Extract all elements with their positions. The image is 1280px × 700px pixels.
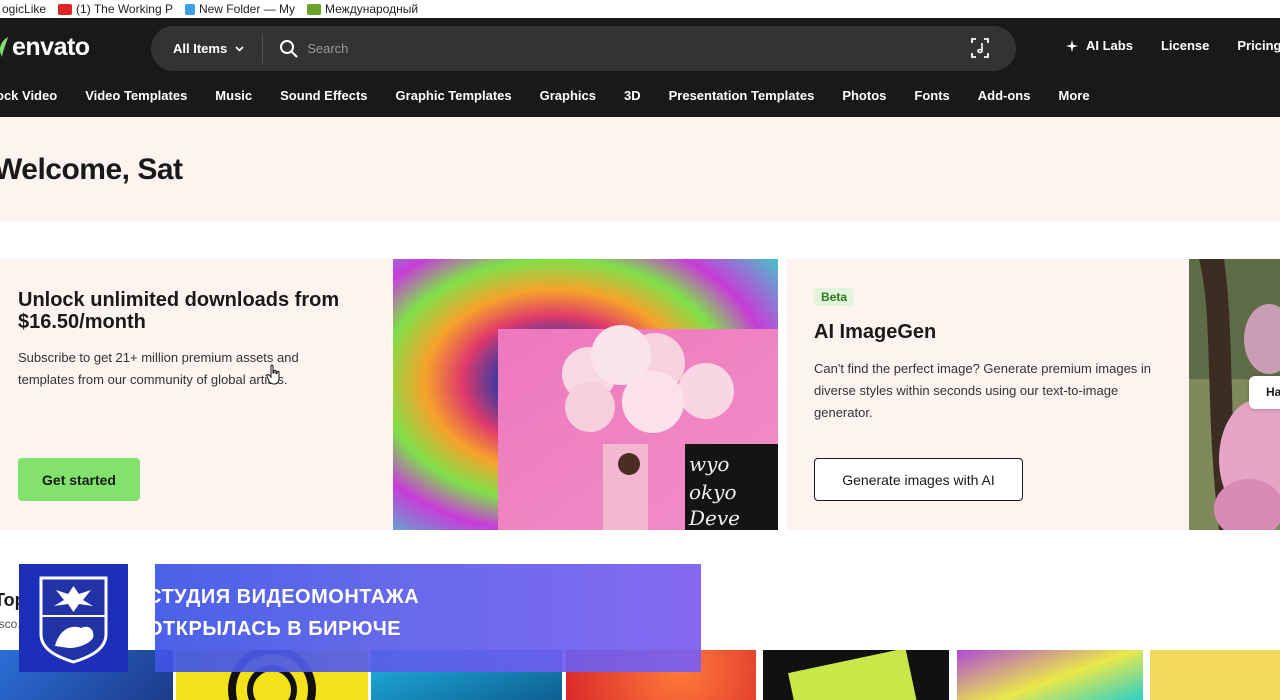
thumbnail-5-art — [788, 650, 918, 700]
folder-icon — [184, 3, 195, 15]
nav-add-ons[interactable]: Add-ons — [978, 88, 1031, 103]
ai-sample-pill[interactable]: Ha — [1249, 376, 1280, 409]
logo-text: envato — [12, 32, 90, 61]
bookmark-label: Международный — [325, 2, 419, 16]
pricing-link[interactable]: Pricing — [1237, 38, 1280, 53]
envato-leaf-icon — [0, 37, 8, 57]
search-scope-dropdown[interactable]: All Items — [151, 34, 264, 63]
envato-logo[interactable]: envato — [0, 30, 90, 64]
search-input[interactable] — [307, 41, 908, 56]
search-scope-label: All Items — [173, 41, 228, 56]
news-lower-third: СТУДИЯ ВИДЕОМОНТАЖА ОТКРЫЛАСЬ В БИРЮЧЕ — [19, 564, 701, 672]
nav-graphic-templates[interactable]: Graphic Templates — [396, 88, 512, 103]
site-header: envato All Items AI Labs License Pricing… — [0, 18, 1280, 117]
ai-imagegen-promo-card: Beta AI ImageGen Can't find the perfect … — [786, 259, 1189, 530]
get-started-button[interactable]: Get started — [18, 458, 140, 501]
subscribe-promo-desc: Subscribe to get 21+ million premium ass… — [18, 350, 299, 387]
bookmark-label: (1) The Working P — [76, 2, 173, 16]
nav-fonts[interactable]: Fonts — [914, 88, 949, 103]
category-nav: ock Video Video Templates Music Sound Ef… — [0, 88, 1090, 103]
search-bar: All Items — [151, 26, 1016, 71]
bookmark-youtube[interactable]: (1) The Working P — [58, 2, 173, 16]
hand-cursor-icon — [266, 364, 280, 385]
overlay-headline-line1: СТУДИЯ ВИДЕОМОНТАЖА — [147, 586, 420, 608]
nav-presentation-templates[interactable]: Presentation Templates — [669, 88, 815, 103]
bookmark-label: New Folder — My — [198, 2, 295, 16]
nav-music[interactable]: Music — [215, 88, 252, 103]
nav-stock-video[interactable]: ock Video — [0, 88, 57, 103]
balloons-artwork: wyo okyo Deve — [393, 259, 778, 530]
generate-images-button[interactable]: Generate images with AI — [814, 458, 1023, 501]
bookmark-logiclike[interactable]: ogicLike — [0, 2, 46, 16]
sparkle-icon — [1066, 39, 1078, 52]
subscribe-promo-card: Unlock unlimited downloads from $16.50/m… — [0, 259, 393, 530]
thumbnail-7[interactable] — [1150, 650, 1280, 700]
svg-text:wyo: wyo — [689, 452, 729, 476]
chevron-down-icon — [235, 45, 244, 52]
nav-graphics[interactable]: Graphics — [540, 88, 596, 103]
nav-3d[interactable]: 3D — [624, 88, 641, 103]
svg-text:okyo: okyo — [689, 480, 737, 504]
coat-of-arms-box — [19, 564, 128, 672]
subscribe-promo-title: Unlock unlimited downloads from $16.50/m… — [18, 289, 340, 333]
header-actions: AI Labs License Pricing — [1066, 38, 1280, 53]
overlay-headline-line2: ОТКРЫЛАСЬ В БИРЮЧЕ — [147, 618, 402, 640]
bookmark-news[interactable]: Международный — [307, 2, 418, 16]
beta-badge: Beta — [814, 288, 855, 306]
ai-imagegen-desc: Can't find the perfect image? Generate p… — [814, 361, 1152, 420]
welcome-banner: Welcome, Sat — [0, 117, 1280, 222]
nav-more[interactable]: More — [1058, 88, 1089, 103]
thumbnail-5[interactable] — [763, 650, 949, 700]
welcome-title: Welcome, Sat — [0, 153, 183, 186]
coat-of-arms-icon — [39, 576, 108, 664]
thumbnail-6[interactable] — [957, 650, 1143, 700]
image-search-icon[interactable] — [970, 37, 990, 59]
nav-photos[interactable]: Photos — [842, 88, 886, 103]
search-icon — [280, 39, 298, 58]
balloons-promo-image[interactable]: wyo okyo Deve — [393, 259, 778, 530]
bookmarks-bar: ogicLike (1) The Working P New Folder — … — [0, 0, 1280, 18]
svg-text:Deve: Deve — [688, 506, 740, 530]
ai-labs-link[interactable]: AI Labs — [1066, 38, 1133, 53]
youtube-icon — [58, 3, 73, 15]
nav-video-templates[interactable]: Video Templates — [85, 88, 187, 103]
news-icon — [307, 3, 321, 15]
ai-imagegen-title: AI ImageGen — [814, 321, 937, 343]
nav-sound-effects[interactable]: Sound Effects — [280, 88, 367, 103]
ai-labs-label: AI Labs — [1086, 38, 1133, 53]
bookmark-label: ogicLike — [2, 2, 47, 16]
license-link[interactable]: License — [1161, 38, 1209, 53]
bookmark-new-folder[interactable]: New Folder — My — [184, 2, 295, 16]
